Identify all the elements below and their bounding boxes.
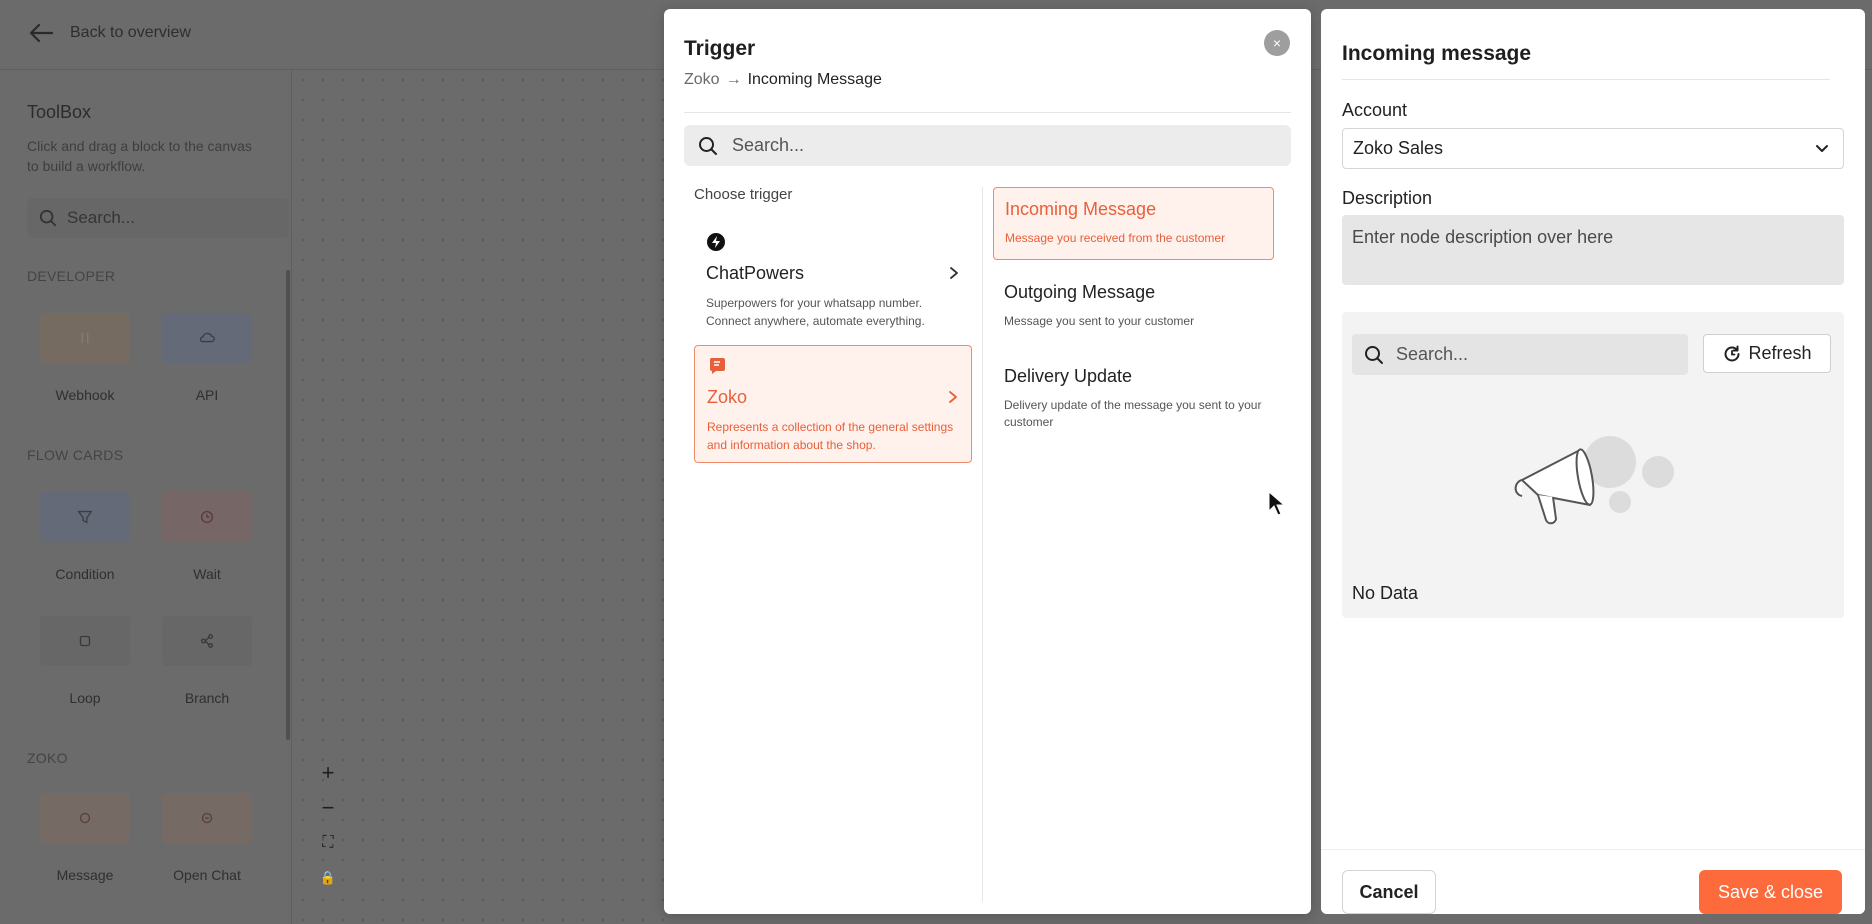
search-icon (1365, 345, 1383, 364)
event-item-delivery-update[interactable]: Delivery Update Delivery update of the m… (993, 355, 1274, 442)
column-divider (982, 187, 983, 902)
modal-title: Trigger (684, 37, 756, 60)
event-description: Message you received from the customer (1005, 231, 1226, 245)
chevron-down-icon (1816, 144, 1828, 152)
mouse-cursor-icon (1268, 491, 1284, 516)
zoko-logo-icon (709, 358, 725, 374)
trigger-search-input[interactable] (732, 135, 1272, 156)
zoom-out-button[interactable]: − (318, 797, 338, 819)
card-label: Loop (69, 690, 101, 706)
incoming-message-panel: Incoming message Account Zoko Sales Desc… (1321, 9, 1865, 914)
card-label: Wait (193, 566, 221, 582)
workflow-canvas[interactable] (293, 70, 665, 924)
loop-icon (40, 616, 130, 666)
webhook-icon (40, 313, 130, 363)
data-area: Refresh No Data (1342, 312, 1844, 618)
cancel-button[interactable]: Cancel (1342, 870, 1436, 914)
trigger-item-zoko[interactable]: Zoko Represents a collection of the gene… (694, 345, 972, 463)
section-zoko: ZOKO (27, 750, 68, 766)
breadcrumb-current: Incoming Message (747, 71, 882, 88)
event-item-incoming-message[interactable]: Incoming Message Message you received fr… (993, 187, 1274, 260)
chevron-right-icon (950, 267, 958, 279)
zoom-controls: + − ⛶ 🔒 (318, 762, 338, 889)
breadcrumb: Zoko → Incoming Message (684, 71, 882, 89)
event-item-outgoing-message[interactable]: Outgoing Message Message you sent to you… (993, 271, 1274, 341)
trigger-search (684, 125, 1291, 166)
cloud-icon (162, 313, 252, 363)
divider (684, 112, 1291, 113)
refresh-icon (1724, 345, 1740, 361)
data-search (1352, 334, 1688, 375)
account-value: Zoko Sales (1353, 138, 1444, 158)
close-button[interactable]: × (1264, 30, 1290, 56)
filter-icon (40, 492, 130, 542)
trigger-description: Represents a collection of the general s… (707, 420, 954, 452)
event-name: Delivery Update (1004, 366, 1133, 386)
event-description: Message you sent to your customer (1004, 314, 1195, 328)
toolbox-card-api[interactable]: API (146, 313, 268, 403)
trigger-name: Zoko (707, 387, 748, 407)
card-label: API (195, 387, 219, 403)
toolbox-search[interactable]: Search... (27, 198, 289, 238)
trigger-modal: Trigger × Zoko → Incoming Message Choose… (664, 9, 1311, 914)
megaphone-empty-icon (1514, 436, 1674, 525)
data-search-input[interactable] (1396, 344, 1676, 365)
toolbox-panel: ToolBox Click and drag a block to the ca… (0, 70, 292, 924)
section-flow-cards: FLOW CARDS (27, 447, 124, 463)
toolbox-card-wait[interactable]: Wait (146, 492, 268, 582)
card-label: Open Chat (173, 867, 241, 883)
save-and-close-button[interactable]: Save & close (1699, 870, 1842, 914)
toolbox-title: ToolBox (27, 102, 92, 122)
choose-trigger-label: Choose trigger (694, 186, 793, 203)
message-icon (40, 793, 130, 843)
search-icon (699, 136, 717, 155)
account-label: Account (1342, 100, 1408, 120)
event-description: Delivery update of the message you sent … (1004, 398, 1262, 429)
bolt-icon (707, 233, 725, 251)
toolbox-card-branch[interactable]: Branch (146, 616, 268, 706)
trigger-item-chatpowers[interactable]: ChatPowers Superpowers for your whatsapp… (694, 222, 972, 340)
account-select[interactable]: Zoko Sales (1342, 128, 1844, 169)
panel-title: Incoming message (1342, 42, 1532, 65)
card-label: Webhook (55, 387, 115, 403)
toolbox-search-placeholder: Search... (67, 208, 136, 227)
clock-icon (162, 492, 252, 542)
close-icon: × (1272, 35, 1282, 51)
chat-icon (162, 793, 252, 843)
trigger-name: ChatPowers (706, 263, 805, 283)
refresh-button[interactable]: Refresh (1703, 334, 1831, 373)
event-name: Outgoing Message (1004, 282, 1156, 302)
refresh-label: Refresh (1748, 343, 1812, 363)
toolbox-scrollbar[interactable] (286, 270, 290, 740)
toolbox-card-open-chat[interactable]: Open Chat (146, 793, 268, 883)
toolbox-card-webhook[interactable]: Webhook (24, 313, 146, 403)
breadcrumb-parent[interactable]: Zoko (684, 71, 720, 89)
fit-view-button[interactable]: ⛶ (318, 832, 338, 854)
panel-footer: Cancel Save & close (1321, 849, 1865, 914)
lock-button[interactable]: 🔒 (318, 867, 338, 889)
event-name: Incoming Message (1005, 199, 1157, 219)
back-to-overview-link[interactable]: Back to overview (28, 22, 191, 44)
arrow-left-icon (29, 23, 54, 43)
toolbox-card-message[interactable]: Message (24, 793, 146, 883)
back-label: Back to overview (70, 24, 191, 41)
chevron-right-icon (949, 391, 957, 403)
toolbox-subtitle: Click and drag a block to the canvas to … (27, 138, 252, 174)
description-label: Description (1342, 188, 1433, 208)
description-textarea[interactable] (1342, 215, 1844, 285)
no-data-label: No Data (1352, 583, 1419, 603)
divider (1342, 79, 1830, 80)
branch-icon (162, 616, 252, 666)
toolbox-card-loop[interactable]: Loop (24, 616, 146, 706)
card-label: Branch (184, 690, 230, 706)
trigger-description: Superpowers for your whatsapp number. Co… (706, 296, 925, 328)
card-label: Message (56, 867, 114, 883)
section-developer: DEVELOPER (27, 268, 116, 284)
search-icon (39, 209, 57, 227)
card-label: Condition (55, 566, 115, 582)
zoom-in-button[interactable]: + (318, 762, 338, 784)
arrow-right-icon: → (725, 71, 742, 88)
toolbox-card-condition[interactable]: Condition (24, 492, 146, 582)
